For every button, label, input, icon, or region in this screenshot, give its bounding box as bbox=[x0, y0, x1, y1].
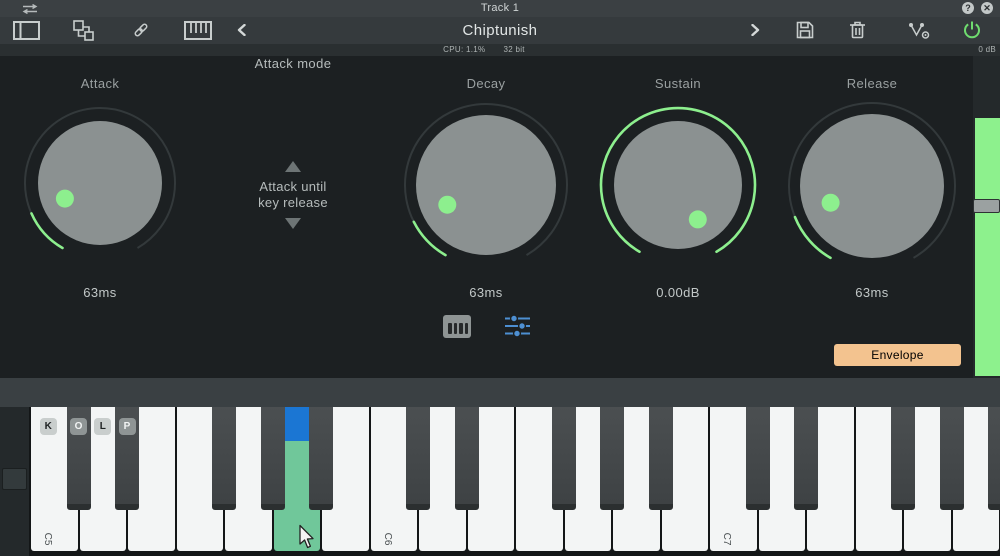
attack-mode-down-arrow[interactable] bbox=[285, 218, 301, 229]
close-icon[interactable]: ✕ bbox=[981, 2, 993, 14]
key-mapping-badge-K: K bbox=[40, 418, 57, 435]
black-key[interactable] bbox=[406, 407, 430, 510]
keyboard-scroll-thumb[interactable] bbox=[2, 468, 27, 490]
knob-label-release: Release bbox=[792, 76, 952, 91]
black-key[interactable] bbox=[212, 407, 236, 510]
attack-mode-up-arrow[interactable] bbox=[285, 161, 301, 172]
automation-icon[interactable] bbox=[908, 21, 930, 40]
knob-value-release: 63ms bbox=[792, 285, 952, 300]
black-key[interactable] bbox=[309, 407, 333, 510]
controls-view-button[interactable] bbox=[505, 315, 530, 337]
black-key[interactable] bbox=[649, 407, 673, 510]
black-key[interactable] bbox=[455, 407, 479, 510]
knob-label-attack: Attack bbox=[20, 76, 180, 91]
key-note-label-C5: C5 bbox=[40, 531, 56, 547]
envelope-panel: Attack mode Attack until key release Env… bbox=[0, 56, 1000, 378]
keyboard-left-panel bbox=[0, 407, 29, 556]
keyboard-toolbar: Sus 1 Chiptunish Track 1 bbox=[0, 378, 1000, 407]
black-key[interactable] bbox=[600, 407, 624, 510]
master-fader-track[interactable] bbox=[973, 56, 1000, 378]
black-key[interactable] bbox=[261, 407, 285, 510]
attack-mode-value-line1[interactable]: Attack until bbox=[193, 179, 393, 194]
key-mapping-badge-O: O bbox=[70, 418, 87, 435]
mouse-cursor bbox=[296, 524, 314, 550]
next-preset-icon[interactable] bbox=[751, 24, 760, 36]
piano-keyboard[interactable]: C5 C6 C7 KOLP bbox=[0, 407, 1000, 556]
delete-preset-icon[interactable] bbox=[849, 21, 866, 39]
black-key[interactable] bbox=[891, 407, 915, 510]
track-title: Track 1 bbox=[0, 2, 1000, 14]
bit-depth: 32 bit bbox=[503, 45, 524, 54]
knob-decay[interactable] bbox=[399, 98, 573, 272]
synth-app-window: Track 1 ? ✕ bbox=[0, 0, 1000, 556]
knob-attack[interactable] bbox=[19, 102, 181, 264]
save-preset-icon[interactable] bbox=[796, 21, 814, 39]
knob-release[interactable] bbox=[783, 97, 961, 275]
status-bar: CPU: 1.1% 32 bit 0 dB bbox=[0, 44, 1000, 56]
knob-label-decay: Decay bbox=[406, 76, 566, 91]
knob-value-decay: 63ms bbox=[406, 285, 566, 300]
keyboard-view-button[interactable] bbox=[443, 315, 471, 338]
knob-sustain[interactable] bbox=[595, 102, 761, 268]
key-mapping-badge-P: P bbox=[119, 418, 136, 435]
black-key[interactable] bbox=[988, 407, 1000, 510]
cpu-usage: CPU: 1.1% bbox=[443, 45, 485, 54]
plugin-toolbar: Chiptunish bbox=[0, 17, 1000, 44]
pressed-key-top-indicator bbox=[285, 407, 310, 441]
black-key[interactable] bbox=[552, 407, 576, 510]
master-fader-handle[interactable] bbox=[973, 199, 1000, 213]
envelope-tab-button[interactable]: Envelope bbox=[834, 344, 961, 366]
knob-value-sustain: 0.00dB bbox=[598, 285, 758, 300]
key-note-label-C6: C6 bbox=[380, 531, 396, 547]
knob-value-attack: 63ms bbox=[20, 285, 180, 300]
attack-mode-title: Attack mode bbox=[193, 56, 393, 71]
black-key[interactable] bbox=[746, 407, 770, 510]
attack-mode-value-line2[interactable]: key release bbox=[193, 195, 393, 210]
window-title-bar: Track 1 ? ✕ bbox=[0, 0, 1000, 17]
master-level: 0 dB bbox=[978, 45, 996, 54]
master-fader-level[interactable] bbox=[975, 118, 1000, 376]
power-icon[interactable] bbox=[962, 20, 982, 40]
black-key[interactable] bbox=[794, 407, 818, 510]
help-icon[interactable]: ? bbox=[962, 2, 974, 14]
knob-label-sustain: Sustain bbox=[598, 76, 758, 91]
black-key[interactable] bbox=[940, 407, 964, 510]
key-note-label-C7: C7 bbox=[719, 531, 735, 547]
key-mapping-badge-L: L bbox=[94, 418, 111, 435]
